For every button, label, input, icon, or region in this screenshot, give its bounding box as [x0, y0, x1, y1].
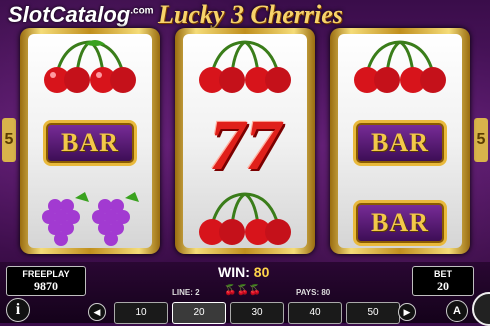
- payline-marker-right: 5: [474, 118, 488, 162]
- autoplay-button[interactable]: A: [446, 300, 468, 322]
- cherries-icon: [338, 38, 462, 96]
- watermark-logo: SlotCatalog.com: [8, 2, 154, 27]
- bet-option-30[interactable]: 30: [230, 302, 284, 324]
- reel-1: BAR: [20, 28, 160, 254]
- info-button[interactable]: i: [6, 298, 30, 322]
- freeplay-balance: FREEPLAY 9870: [6, 266, 86, 296]
- win-display: WIN: 80: [218, 264, 270, 280]
- bar-symbol: BAR: [28, 120, 152, 166]
- cherries-mini-icon: 🍒🍒🍒: [224, 285, 262, 296]
- bet-decrease-button[interactable]: ◀: [88, 303, 106, 321]
- payline-marker-left: 5: [2, 118, 16, 162]
- cherries-icon: [183, 38, 307, 96]
- bet-display: BET 20: [412, 266, 474, 296]
- reel-window: 77: [183, 34, 307, 248]
- sevens-symbol: 77: [209, 105, 281, 185]
- cherries-icon: [183, 190, 307, 248]
- game-title: Lucky 3 Cherries: [158, 0, 343, 29]
- line-info: LINE: 2: [172, 288, 200, 297]
- reel-window: BAR BAR: [338, 34, 462, 248]
- bar-symbol: BAR: [338, 120, 462, 166]
- bar-symbol: BAR: [338, 200, 462, 246]
- grapes-icon: [28, 190, 152, 248]
- bet-option-50[interactable]: 50: [346, 302, 400, 324]
- cherries-icon: [28, 38, 152, 96]
- reel-2: 77: [175, 28, 315, 254]
- reel-window: BAR: [28, 34, 152, 248]
- reel-3: BAR BAR: [330, 28, 470, 254]
- pays-info: PAYS: 80: [296, 288, 331, 297]
- bet-increase-button[interactable]: ▶: [398, 303, 416, 321]
- bet-option-20[interactable]: 20: [172, 302, 226, 324]
- bet-option-10[interactable]: 10: [114, 302, 168, 324]
- bet-option-40[interactable]: 40: [288, 302, 342, 324]
